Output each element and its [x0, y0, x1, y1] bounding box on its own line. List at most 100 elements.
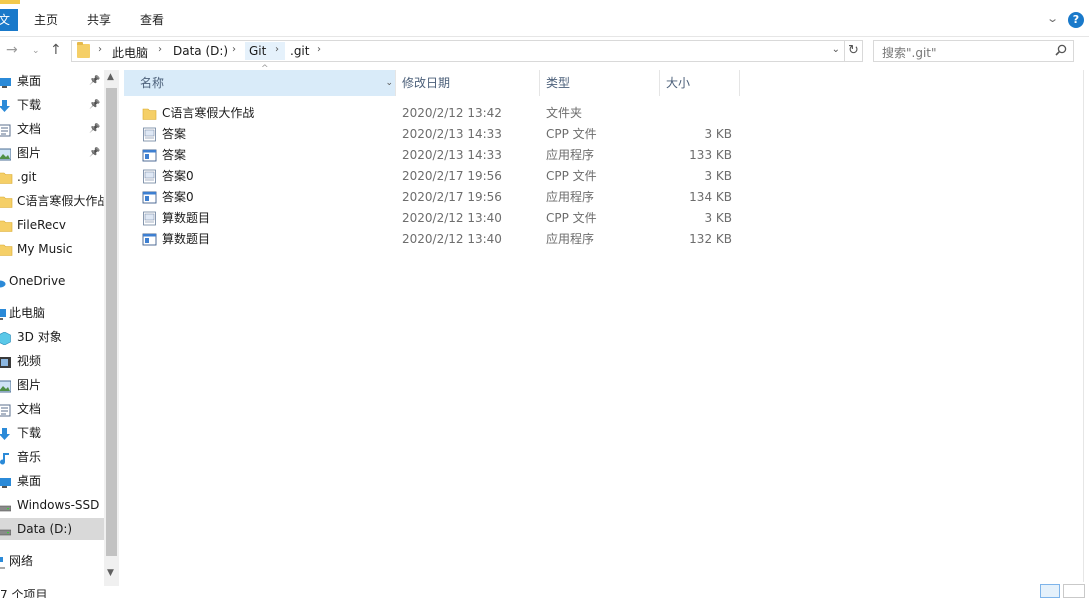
folder-icon [0, 218, 13, 232]
file-name: 答案 [162, 127, 187, 141]
column-header-size[interactable]: 大小 [660, 70, 740, 96]
documents-icon [0, 402, 11, 417]
nav-item[interactable]: 图片 [0, 374, 104, 396]
desktop-icon [0, 74, 11, 88]
exe-file-icon [142, 148, 157, 163]
file-row[interactable]: 答案0 2020/2/17 19:56 CPP 文件 3 KB [124, 166, 744, 187]
nav-item[interactable]: 图片 📌 [0, 142, 104, 164]
breadcrumb-chevron-icon[interactable]: › [158, 44, 162, 55]
file-type: CPP 文件 [546, 127, 597, 141]
nav-item[interactable]: 桌面 [0, 470, 104, 492]
nav-item[interactable]: 下载 📌 [0, 94, 104, 116]
folder-icon [77, 42, 90, 58]
recent-locations-chevron-icon[interactable]: ⌄ [32, 46, 40, 56]
ribbon-tab-view[interactable]: 查看 [140, 11, 164, 28]
scroll-down-arrow-icon[interactable]: ▼ [107, 568, 114, 578]
nav-item-label: 此电脑 [9, 306, 46, 320]
nav-item-label: 视频 [17, 354, 42, 368]
nav-item[interactable]: FileRecv [0, 214, 104, 236]
nav-item[interactable]: 桌面 📌 [0, 70, 104, 92]
nav-item[interactable]: 文档 [0, 398, 104, 420]
ribbon-expand-chevron-icon[interactable]: ⌄ [1046, 12, 1059, 25]
cloud-icon [0, 274, 6, 288]
file-row[interactable]: 算数题目 2020/2/12 13:40 CPP 文件 3 KB [124, 208, 744, 229]
nav-item[interactable]: 音乐 [0, 446, 104, 468]
file-row[interactable]: 答案 2020/2/13 14:33 CPP 文件 3 KB [124, 124, 744, 145]
file-list-scrollbar[interactable] [1083, 70, 1089, 582]
nav-item[interactable]: Data (D:) [0, 518, 104, 540]
pin-icon: 📌 [89, 124, 101, 134]
breadcrumb-dotgit[interactable]: .git [290, 44, 309, 58]
file-row[interactable]: C语言寒假大作战 2020/2/12 13:42 文件夹 [124, 103, 744, 124]
breadcrumb-chevron-icon[interactable]: › [232, 44, 236, 55]
nav-item[interactable]: 视频 [0, 350, 104, 372]
ribbon-tab-file[interactable]: 文件 [0, 9, 18, 31]
network-icon [0, 554, 6, 569]
file-row[interactable]: 答案0 2020/2/17 19:56 应用程序 134 KB [124, 187, 744, 208]
file-size: 132 KB [689, 232, 732, 246]
nav-item[interactable]: C语言寒假大作战 [0, 190, 104, 212]
file-name: 算数题目 [162, 211, 211, 225]
nav-item-label: Data (D:) [17, 522, 73, 536]
nav-item-label: C语言寒假大作战 [17, 194, 104, 208]
nav-item[interactable]: Windows-SSD [0, 494, 104, 516]
column-header-label: 名称 [140, 76, 165, 90]
nav-item[interactable]: 网络 [0, 550, 104, 572]
cpp-file-icon [142, 211, 157, 226]
nav-item[interactable]: OneDrive [0, 270, 104, 292]
breadcrumb-chevron-icon[interactable]: › [98, 44, 102, 55]
file-name: C语言寒假大作战 [162, 106, 255, 120]
up-arrow-icon[interactable]: ↑ [50, 42, 62, 58]
nav-item[interactable]: 下载 [0, 422, 104, 444]
breadcrumb-chevron-icon[interactable]: › [275, 44, 279, 55]
documents-icon [0, 122, 11, 137]
back-arrow-icon[interactable]: → [6, 42, 18, 58]
nav-item[interactable]: 此电脑 [0, 302, 104, 324]
nav-item[interactable]: My Music [0, 238, 104, 260]
nav-item-label: OneDrive [9, 274, 66, 288]
nav-item-label: 图片 [17, 378, 42, 392]
file-row[interactable]: 答案 2020/2/13 14:33 应用程序 133 KB [124, 145, 744, 166]
file-row[interactable]: 算数题目 2020/2/12 13:40 应用程序 132 KB [124, 229, 744, 250]
file-date: 2020/2/12 13:40 [402, 211, 502, 225]
column-header-date[interactable]: 修改日期 [386, 70, 540, 96]
navigation-pane: 桌面 📌 下载 📌 文档 📌 图片 📌 .git C语言寒假大作战 FileRecv My Music… [0, 70, 104, 580]
nav-item[interactable]: 文档 📌 [0, 118, 104, 140]
file-size [652, 103, 732, 124]
details-view-icon[interactable] [1040, 584, 1060, 598]
column-header-name[interactable]: 名称 ⌄ [124, 70, 396, 96]
column-header-type[interactable]: 类型 [540, 70, 660, 96]
pin-icon: 📌 [89, 100, 101, 110]
large-icons-view-icon[interactable] [1063, 584, 1085, 598]
search-icon[interactable] [1055, 44, 1067, 56]
quick-access-toolbar[interactable] [0, 0, 20, 4]
help-icon[interactable]: ? [1068, 12, 1084, 28]
nav-item[interactable]: .git [0, 166, 104, 188]
address-history-chevron-icon[interactable]: ⌄ [832, 44, 840, 55]
music-icon [0, 450, 11, 465]
search-input[interactable]: 搜索".git" [882, 44, 937, 61]
scroll-up-arrow-icon[interactable]: ▲ [107, 72, 114, 82]
computer-icon [0, 306, 6, 320]
file-type: 应用程序 [546, 148, 595, 162]
scrollbar-thumb[interactable] [106, 88, 117, 556]
breadcrumb-this-pc[interactable]: 此电脑 [112, 44, 148, 61]
download-icon [0, 98, 11, 112]
nav-item-label: .git [17, 170, 37, 184]
refresh-icon[interactable]: ↻ [845, 40, 863, 62]
breadcrumb-git[interactable]: Git [249, 44, 266, 58]
nav-item-label: 3D 对象 [17, 330, 62, 344]
breadcrumb-chevron-icon[interactable]: › [317, 44, 321, 55]
ribbon-tab-share[interactable]: 共享 [87, 11, 111, 28]
search-box[interactable]: 搜索".git" [873, 40, 1074, 62]
pictures-icon [0, 378, 12, 393]
address-bar[interactable]: › 此电脑 › Data (D:) › Git › .git › ⌄ [71, 40, 845, 62]
breadcrumb-data-d[interactable]: Data (D:) [173, 44, 228, 58]
file-date: 2020/2/17 19:56 [402, 190, 502, 204]
folder-icon [0, 194, 13, 208]
folder-icon [0, 242, 13, 256]
pictures-icon [0, 146, 12, 161]
ribbon-tab-home[interactable]: 主页 [34, 11, 58, 28]
nav-item[interactable]: 3D 对象 [0, 326, 104, 348]
navigation-pane-scrollbar[interactable]: ▲ ▼ [104, 70, 119, 586]
